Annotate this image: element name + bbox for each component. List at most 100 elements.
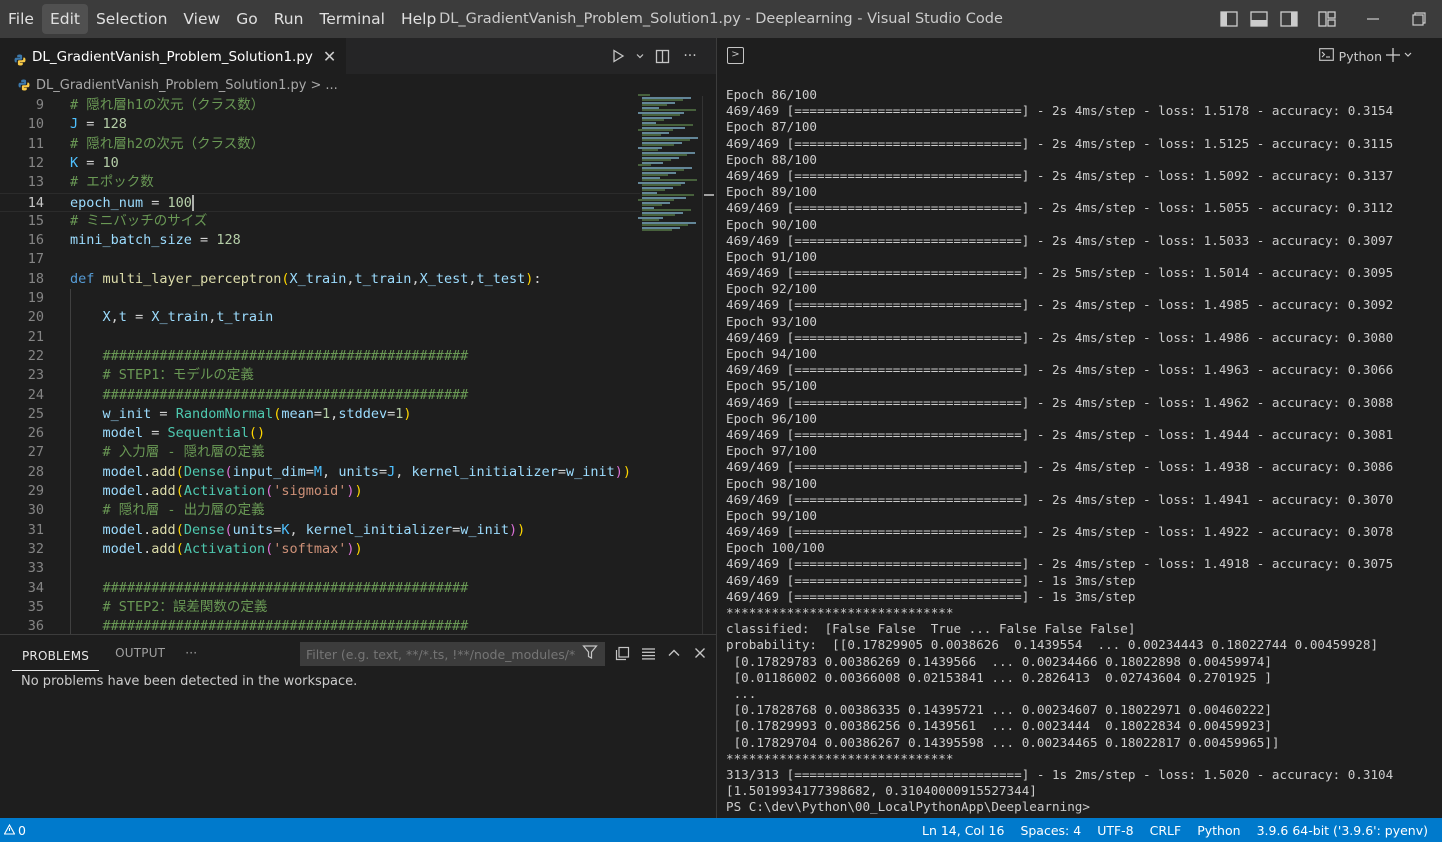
add-terminal-icon[interactable] xyxy=(1386,44,1416,71)
menu-view[interactable]: View xyxy=(175,4,228,34)
terminal-output[interactable]: Epoch 86/100 469/469 [===================… xyxy=(726,87,1441,815)
more-actions-icon[interactable]: ··· xyxy=(678,44,702,68)
code-line[interactable]: 18 def multi_layer_perceptron(X_train,t_t… xyxy=(0,270,640,289)
code-line[interactable]: 14 epoch_num = 100 xyxy=(0,192,640,212)
code-line[interactable]: 32 model.add(Activation('softmax')) xyxy=(0,540,640,559)
chevron-down-icon[interactable] xyxy=(634,44,646,68)
line-number: 32 xyxy=(27,540,44,557)
code-line[interactable]: 28 model.add(Dense(input_dim=M, units=J,… xyxy=(0,463,640,482)
toggle-panel-icon[interactable] xyxy=(1244,4,1274,34)
code-line[interactable]: 26 model = Sequential() xyxy=(0,424,640,443)
code-line[interactable]: 30 # 隠れ層 - 出力層の定義 xyxy=(0,501,640,520)
status-language[interactable]: Python xyxy=(1189,823,1248,838)
code-line[interactable]: 9 # 隠れ層h1の次元（クラス数） xyxy=(0,96,640,115)
line-number: 9 xyxy=(35,97,44,113)
menu-go[interactable]: Go xyxy=(228,4,266,34)
code-text: # 隠れ層h2の次元（クラス数） xyxy=(70,135,265,152)
terminal-line: 469/469 [==============================]… xyxy=(726,394,1394,410)
terminal-line: Epoch 89/100 xyxy=(726,184,817,200)
menu-file[interactable]: File xyxy=(0,4,42,34)
line-number: 35 xyxy=(27,598,44,615)
terminal-profile[interactable]: Python xyxy=(1318,48,1382,64)
code-line[interactable]: 35 # STEP2：誤差関数の定義 xyxy=(0,598,640,617)
code-line[interactable]: 15 # ミニバッチのサイズ xyxy=(0,212,640,231)
code-line[interactable]: 24 #####################################… xyxy=(0,386,640,405)
code-line[interactable]: 34 #####################################… xyxy=(0,579,640,598)
code-line[interactable]: 11 # 隠れ層h2の次元（クラス数） xyxy=(0,135,640,154)
run-python-file-icon[interactable] xyxy=(606,44,630,68)
code-line[interactable]: 21 xyxy=(0,328,640,347)
terminal-line: 469/469 [==============================]… xyxy=(726,362,1394,378)
minimize-icon[interactable] xyxy=(1350,0,1396,38)
menu-edit[interactable]: Edit xyxy=(41,4,88,34)
breadcrumb-file[interactable]: DL_GradientVanish_Problem_Solution1.py xyxy=(36,78,307,93)
maximize-panel-icon[interactable] xyxy=(664,641,684,665)
status-cursor-position[interactable]: Ln 14, Col 16 xyxy=(914,823,1012,838)
code-line[interactable]: 13 # エポック数 xyxy=(0,173,640,192)
code-line[interactable]: 33 xyxy=(0,559,640,578)
terminal-icon[interactable]: > xyxy=(727,47,744,64)
code-line[interactable]: 27 # 入力層 - 隠れ層の定義 xyxy=(0,443,640,462)
code-line[interactable]: 22 #####################################… xyxy=(0,347,640,366)
terminal-line: 469/469 [==============================]… xyxy=(726,103,1394,119)
menu-selection[interactable]: Selection xyxy=(88,4,175,34)
panel-actions xyxy=(612,641,710,665)
code-line[interactable]: 19 xyxy=(0,289,640,308)
code-editor[interactable]: 9 # 隠れ層h1の次元（クラス数） 10 J = 128 11 # 隠れ層h2の次元（ク… xyxy=(0,96,716,634)
line-number: 22 xyxy=(27,347,44,364)
code-line[interactable]: 20 X,t = X_train,t_train xyxy=(0,308,640,327)
terminal-line: Epoch 94/100 xyxy=(726,346,817,361)
minimap[interactable] xyxy=(636,94,702,234)
collapse-all-icon[interactable] xyxy=(612,641,632,665)
split-editor-icon[interactable] xyxy=(650,44,674,68)
close-panel-icon[interactable] xyxy=(690,641,710,665)
terminal-line: 469/469 [==============================]… xyxy=(726,572,1136,588)
breadcrumb-more[interactable]: ... xyxy=(325,78,337,93)
status-problems[interactable]: 0 xyxy=(0,823,26,838)
code-text: model.add(Dense(units=K, kernel_initiali… xyxy=(102,521,526,538)
line-number: 15 xyxy=(27,212,44,229)
panel-more-icon[interactable]: ··· xyxy=(175,635,207,671)
status-interpreter[interactable]: 3.9.6 64-bit ('3.9.6': pyenv) xyxy=(1249,823,1436,838)
code-text: ########################################… xyxy=(102,386,469,403)
terminal-line: Epoch 98/100 xyxy=(726,475,817,491)
editor-tab[interactable]: DL_GradientVanish_Problem_Solution1.py ✕ xyxy=(0,38,347,74)
menu-terminal[interactable]: Terminal xyxy=(311,4,393,34)
line-number: 28 xyxy=(27,463,44,480)
tab-problems[interactable]: PROBLEMS xyxy=(12,641,100,671)
view-as-list-icon[interactable] xyxy=(638,641,658,665)
code-line[interactable]: 17 xyxy=(0,250,640,269)
status-encoding[interactable]: UTF-8 xyxy=(1089,823,1141,838)
restore-icon[interactable] xyxy=(1396,0,1442,38)
terminal-line: ****************************** xyxy=(726,750,954,766)
menu-help[interactable]: Help xyxy=(393,4,444,34)
terminal-line: [1.5019934177398682, 0.31040000915527344… xyxy=(726,783,1037,799)
tab-output[interactable]: OUTPUT xyxy=(105,635,175,671)
toggle-primary-sidebar-icon[interactable] xyxy=(1214,4,1244,34)
terminal-line: 469/469 [==============================]… xyxy=(726,297,1394,313)
code-line[interactable]: 36 #####################################… xyxy=(0,617,640,634)
indent-guide xyxy=(70,289,71,634)
warning-icon xyxy=(3,823,16,838)
code-line[interactable]: 16 mini_batch_size = 128 xyxy=(0,231,640,250)
filter-icon[interactable] xyxy=(582,644,598,664)
code-text: epoch_num = 100 xyxy=(70,194,194,211)
menu-run[interactable]: Run xyxy=(266,4,312,34)
terminal-line: [0.17829783 0.00386269 0.1439566 ... 0.0… xyxy=(726,653,1272,669)
code-line[interactable]: 10 J = 128 xyxy=(0,115,640,134)
customize-layout-icon[interactable] xyxy=(1312,4,1342,34)
toggle-secondary-sidebar-icon[interactable] xyxy=(1274,4,1304,34)
code-line[interactable]: 12 K = 10 xyxy=(0,154,640,173)
editor-scrollbar[interactable] xyxy=(702,96,716,634)
code-line[interactable]: 23 # STEP1：モデルの定義 xyxy=(0,366,640,385)
line-number: 20 xyxy=(27,309,44,326)
problems-filter-input[interactable] xyxy=(300,642,605,666)
close-icon[interactable]: ✕ xyxy=(323,47,336,66)
status-eol[interactable]: CRLF xyxy=(1142,823,1190,838)
code-line[interactable]: 31 model.add(Dense(units=K, kernel_initi… xyxy=(0,521,640,540)
terminal-line: Epoch 99/100 xyxy=(726,507,817,523)
code-line[interactable]: 25 w_init = RandomNormal(mean=1,stddev=1… xyxy=(0,405,640,424)
code-line[interactable]: 29 model.add(Activation('sigmoid')) xyxy=(0,482,640,501)
status-indentation[interactable]: Spaces: 4 xyxy=(1012,823,1089,838)
bottom-panel: PROBLEMS OUTPUT ··· No problems have bee… xyxy=(0,634,716,818)
